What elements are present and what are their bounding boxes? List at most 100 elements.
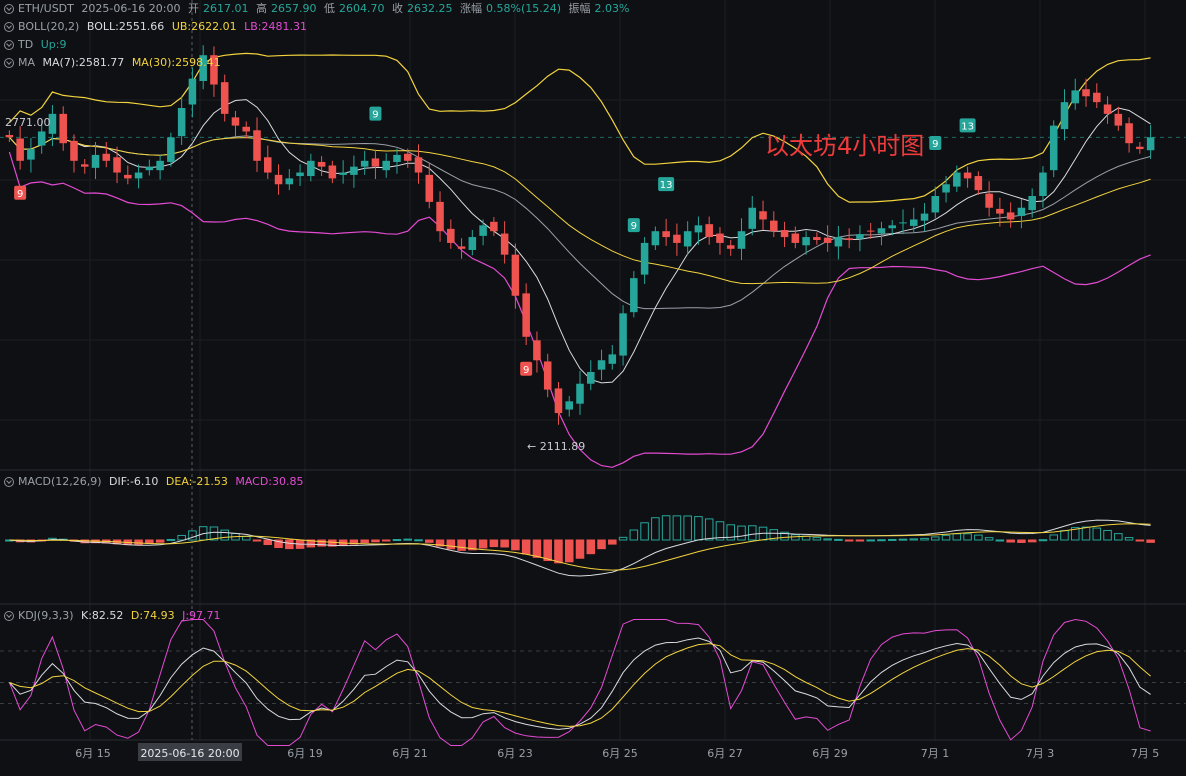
macd-bar-95: [1027, 539, 1037, 543]
candle-body-54: [586, 372, 595, 384]
candle-body-94: [1017, 207, 1026, 216]
kdj-legend: KDJ(9,3,3) K:82.52 D:74.93 J:97.71: [4, 609, 225, 623]
macd-bar-15: [166, 538, 176, 541]
macd-dea: DEA:-21.53: [165, 475, 228, 488]
candle-body-32: [350, 166, 358, 175]
open-value: 2617.01: [203, 2, 249, 15]
candle-body-105: [1136, 146, 1144, 150]
macd-bar-101: [1092, 527, 1102, 541]
kdj-j: J:97.71: [182, 609, 221, 622]
x-axis: 6月 15 6月 19 6月 21 6月 23 6月 25 6月 27 6月 29 7月 1 7…: [75, 743, 1159, 761]
candle-body-72: [780, 230, 789, 238]
td-marker-label-3: 9: [631, 221, 637, 232]
candle-body-52: [565, 401, 574, 410]
macd-legend: MACD(12,26,9) DIF:-6.10 DEA:-21.53 MACD:…: [4, 475, 308, 489]
candle-body-33: [360, 160, 369, 167]
symbol: ETH/USDT: [18, 2, 74, 15]
boll-ub: UB:2622.01: [171, 20, 237, 33]
macd-bar-90: [974, 534, 983, 541]
amp-label: 振幅: [568, 2, 591, 15]
candle-body-30: [328, 165, 337, 179]
candle-body-34: [371, 158, 380, 167]
candle-body-22: [242, 126, 251, 132]
change-label: 涨幅: [460, 2, 482, 15]
macd-bar-16: [177, 534, 186, 541]
kdj-d: D:74.93: [130, 609, 175, 622]
macd-bar-46: [500, 539, 509, 548]
candle-body-26: [285, 178, 294, 185]
bar-datetime: 2025-06-16 20:00: [81, 2, 181, 15]
candle-body-43: [468, 237, 477, 250]
amp-value: 2.03%: [594, 2, 630, 15]
candle-body-96: [1039, 172, 1047, 196]
candle-body-91: [985, 193, 993, 208]
macd-bar-42: [457, 539, 466, 551]
td-marker-label-0: 9: [17, 189, 23, 200]
x-tick-8: 7月 3: [1026, 747, 1055, 760]
candle-body-103: [1114, 113, 1123, 126]
candle-body-16: [177, 108, 186, 137]
boll-legend: BOLL(20,2) BOLL:2551.66 UB:2622.01 LB:24…: [4, 20, 311, 34]
candle-body-17: [188, 78, 197, 105]
kdj-name: KDJ(9,3,3): [18, 609, 74, 622]
macd-bar-52: [564, 539, 574, 563]
candle-body-13: [145, 166, 154, 171]
macd-bar-94: [1017, 539, 1026, 543]
kdj-k-line: [9, 637, 1151, 730]
chevron-icon[interactable]: [4, 611, 14, 621]
candle-body-39: [425, 174, 434, 202]
candle-body-51: [554, 388, 563, 414]
candle-body-59: [640, 242, 649, 275]
macd-bar-56: [608, 539, 617, 545]
macd-bar-91: [984, 537, 994, 541]
candle-body-97: [1049, 125, 1058, 171]
x-tick-7: 7月 1: [921, 747, 950, 760]
chevron-icon[interactable]: [4, 22, 14, 32]
chevron-icon[interactable]: [4, 58, 14, 68]
chevron-icon[interactable]: [4, 477, 14, 487]
macd-bar-68: [737, 525, 746, 541]
macd-panel: [5, 515, 1155, 577]
open-label: 开: [188, 2, 199, 15]
chevron-icon[interactable]: [4, 4, 14, 14]
candle-body-102: [1103, 104, 1112, 114]
candle-body-88: [953, 172, 961, 187]
macd-bar-51: [554, 539, 563, 564]
candle-body-35: [382, 160, 390, 171]
macd-bar-61: [661, 515, 671, 541]
candle-body-40: [436, 201, 444, 232]
chevron-icon[interactable]: [4, 40, 14, 50]
candle-body-57: [619, 313, 627, 356]
candle-body-77: [834, 237, 843, 247]
candle-body-68: [737, 231, 746, 249]
macd-bar-75: [812, 537, 822, 541]
candle-body-76: [823, 237, 832, 243]
x-tick-0: 6月 15: [75, 747, 111, 760]
macd-bar-23: [252, 539, 262, 542]
candle-body-28: [307, 160, 315, 177]
chart-canvas[interactable]: 9 9 9 9 13 9 13 6月 15 6月 19 6月 21 6月 23 6月 25 6月 27…: [0, 0, 1186, 776]
macd-bar-100: [1081, 526, 1091, 541]
close-value: 2632.25: [407, 2, 453, 15]
candle-body-67: [726, 245, 735, 249]
macd-bar-65: [704, 518, 714, 541]
candle-body-64: [694, 225, 703, 233]
candle-body-75: [813, 237, 821, 240]
candle-body-106: [1146, 137, 1155, 151]
candle-body-60: [651, 231, 660, 246]
macd-bar-79: [855, 539, 865, 542]
kdj-d-line: [9, 643, 1151, 727]
low-label: 低: [324, 2, 335, 15]
candle-body-47: [511, 254, 520, 296]
candle-body-101: [1093, 92, 1101, 103]
td-value: Up:9: [40, 38, 67, 51]
x-tick-5: 6月 27: [707, 747, 743, 760]
td-marker-label-4: 13: [660, 180, 673, 191]
candle-body-31: [339, 172, 347, 175]
x-tick-6: 6月 29: [812, 747, 848, 760]
macd-bar-38: [414, 539, 423, 542]
candle-body-69: [748, 207, 757, 229]
close-label: 收: [392, 2, 403, 15]
chart-annotation-title: 以太坊4小时图: [765, 132, 925, 160]
boll-lb: LB:2481.31: [244, 20, 307, 33]
